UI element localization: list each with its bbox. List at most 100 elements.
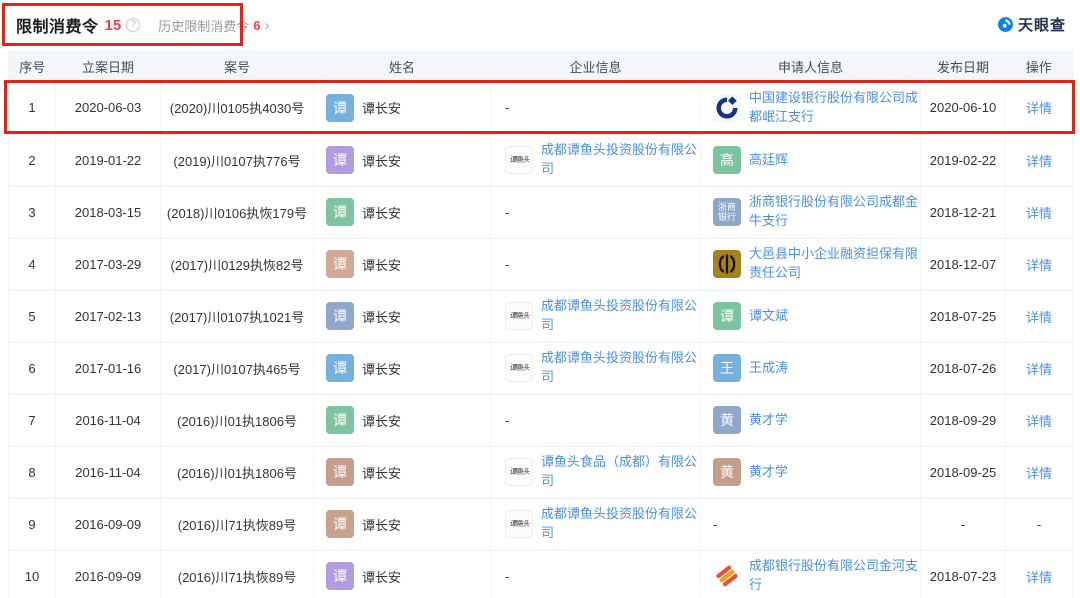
company-empty: -	[505, 204, 510, 220]
company-empty: -	[505, 100, 510, 116]
table-row: 6 2017-01-16 (2017)川0107执465号谭谭长安 谭鱼头 成都谭鱼头投…	[8, 342, 1073, 395]
person-avatar: 谭	[326, 302, 354, 330]
table-row: 10 2016-09-09 (2016)川71执恢89号谭谭长安 - 成都银行股份有限公…	[8, 550, 1073, 598]
cell-company: 谭鱼头 成都谭鱼头投资股份有限公司	[490, 342, 701, 395]
cell-publish-date: 2018-07-23	[920, 550, 1006, 598]
applicant-link[interactable]: 高廷辉	[749, 151, 788, 170]
detail-link[interactable]: 详情	[1026, 466, 1052, 481]
table-row: 3 2018-03-15 (2018)川0106执恢179号谭谭长安 - 浙商银行 浙商银…	[8, 186, 1073, 239]
cell-person: 谭谭长安	[313, 342, 491, 395]
table-row: 1 2020-06-03 (2020)川0105执4030号谭谭长安 - 中国建设银行股…	[8, 82, 1073, 135]
applicant-link[interactable]: 谭文斌	[749, 307, 788, 326]
cell-publish-date: -	[920, 498, 1006, 551]
applicant-entity: 高高廷辉	[713, 146, 920, 174]
applicant-empty: -	[713, 516, 718, 532]
history-link[interactable]: 历史限制消费令 6 ›	[158, 16, 269, 35]
applicant-link[interactable]: 浙商银行股份有限公司成都金牛支行	[749, 193, 920, 231]
logo-label: 谭鱼头	[509, 363, 529, 373]
cell-no: 2	[8, 134, 56, 187]
person-avatar: 谭	[326, 93, 354, 122]
cell-case-no: (2016)川71执恢89号	[160, 498, 314, 551]
cell-action: 详情	[1005, 82, 1073, 135]
cell-publish-date: 2018-12-07	[920, 238, 1006, 291]
page-title: 限制消费令	[16, 19, 99, 36]
logo-label: 谭鱼头	[509, 467, 529, 477]
cell-publish-date: 2018-07-26	[920, 342, 1006, 395]
cell-applicant: -	[700, 498, 921, 551]
company-link[interactable]: 成都谭鱼头投资股份有限公司	[541, 141, 699, 179]
detail-link[interactable]: 详情	[1026, 206, 1052, 221]
person-avatar: 谭	[713, 302, 741, 330]
brand-name: 天眼查	[1017, 17, 1066, 34]
detail-link[interactable]: 详情	[1026, 310, 1052, 325]
detail-link[interactable]: 详情	[1026, 101, 1052, 116]
cell-company: -	[490, 394, 701, 447]
company-link[interactable]: 成都谭鱼头投资股份有限公司	[541, 297, 699, 335]
cell-filing-date: 2017-02-13	[55, 290, 161, 343]
cell-action: 详情	[1005, 342, 1073, 395]
history-label: 历史限制消费令	[158, 18, 250, 34]
record-count: 15	[104, 16, 122, 34]
company-entity: 谭鱼头 成都谭鱼头投资股份有限公司	[505, 141, 700, 179]
person: 谭谭长安	[326, 458, 490, 486]
applicant-link[interactable]: 王成涛	[749, 359, 788, 378]
cell-filing-date: 2020-06-03	[55, 82, 161, 135]
logo-label: 谭鱼头	[509, 519, 529, 529]
cell-applicant: 大邑县中小企业融资担保有限责任公司	[700, 238, 921, 291]
person: 谭谭长安	[326, 198, 490, 226]
cell-case-no: (2017)川0107执1021号	[160, 290, 314, 343]
tyt-logo-icon: 谭鱼头	[505, 302, 533, 330]
cell-case-no: (2017)川0107执465号	[160, 342, 314, 395]
history-count: 6	[253, 17, 261, 33]
cell-publish-date: 2018-09-25	[920, 446, 1006, 499]
cell-person: 谭谭长安	[313, 186, 491, 239]
company-link[interactable]: 谭鱼头食品（成都）有限公司	[541, 453, 699, 491]
cell-filing-date: 2019-01-22	[55, 134, 161, 187]
cell-action: 详情	[1005, 550, 1073, 598]
person-avatar: 谭	[326, 198, 354, 226]
cell-case-no: (2019)川0107执776号	[160, 134, 314, 187]
tyt-logo-icon: 谭鱼头	[505, 146, 533, 174]
applicant-link[interactable]: 黄才学	[749, 411, 788, 430]
logo-label: 浙商银行	[717, 201, 736, 222]
action-empty: -	[1036, 516, 1042, 532]
column-header: 操作	[1005, 50, 1073, 82]
cell-company: -	[490, 550, 701, 598]
company-link[interactable]: 成都谭鱼头投资股份有限公司	[541, 349, 699, 387]
person: 谭谭长安	[326, 250, 490, 278]
help-icon[interactable]: ?	[126, 18, 141, 32]
ccb-logo-icon	[713, 93, 741, 122]
person-avatar: 谭	[326, 458, 354, 486]
cell-no: 9	[8, 498, 56, 551]
cell-person: 谭谭长安	[313, 446, 491, 499]
cell-person: 谭谭长安	[313, 550, 491, 598]
cell-person: 谭谭长安	[313, 238, 491, 291]
applicant-link[interactable]: 大邑县中小企业融资担保有限责任公司	[749, 245, 920, 283]
cell-company: -	[490, 238, 701, 291]
person: 谭谭长安	[326, 406, 490, 434]
person: 谭谭长安	[326, 562, 490, 590]
restriction-table: 序号 立案日期 案号 姓名 企业信息 申请人信息 发布日期 操作 1 2020-06-03 (20…	[8, 50, 1073, 598]
company-link[interactable]: 成都谭鱼头投资股份有限公司	[541, 505, 699, 543]
column-header: 发布日期	[920, 50, 1006, 82]
column-header: 姓名	[313, 50, 491, 82]
table-body: 1 2020-06-03 (2020)川0105执4030号谭谭长安 - 中国建设银行股…	[8, 82, 1073, 598]
detail-link[interactable]: 详情	[1026, 258, 1052, 273]
cell-no: 5	[8, 290, 56, 343]
tianyancha-logo-icon	[997, 16, 1014, 33]
cell-person: 谭谭长安	[313, 82, 491, 135]
cell-no: 4	[8, 238, 56, 291]
detail-link[interactable]: 详情	[1026, 154, 1052, 169]
cell-filing-date: 2016-09-09	[55, 550, 161, 598]
zs-logo-icon: 浙商银行	[713, 198, 741, 226]
company-entity: 谭鱼头 成都谭鱼头投资股份有限公司	[505, 505, 700, 543]
detail-link[interactable]: 详情	[1026, 414, 1052, 429]
table-row: 8 2016-11-04 (2016)川01执1806号谭谭长安 谭鱼头 谭鱼头食品（成…	[8, 446, 1073, 499]
applicant-link[interactable]: 中国建设银行股份有限公司成都岷江支行	[749, 89, 920, 127]
applicant-link[interactable]: 成都银行股份有限公司金河支行	[749, 557, 920, 595]
person-avatar: 高	[713, 146, 741, 174]
detail-link[interactable]: 详情	[1026, 570, 1052, 585]
detail-link[interactable]: 详情	[1026, 362, 1052, 377]
applicant-link[interactable]: 黄才学	[749, 463, 788, 482]
cell-publish-date: 2020-06-10	[920, 82, 1006, 135]
